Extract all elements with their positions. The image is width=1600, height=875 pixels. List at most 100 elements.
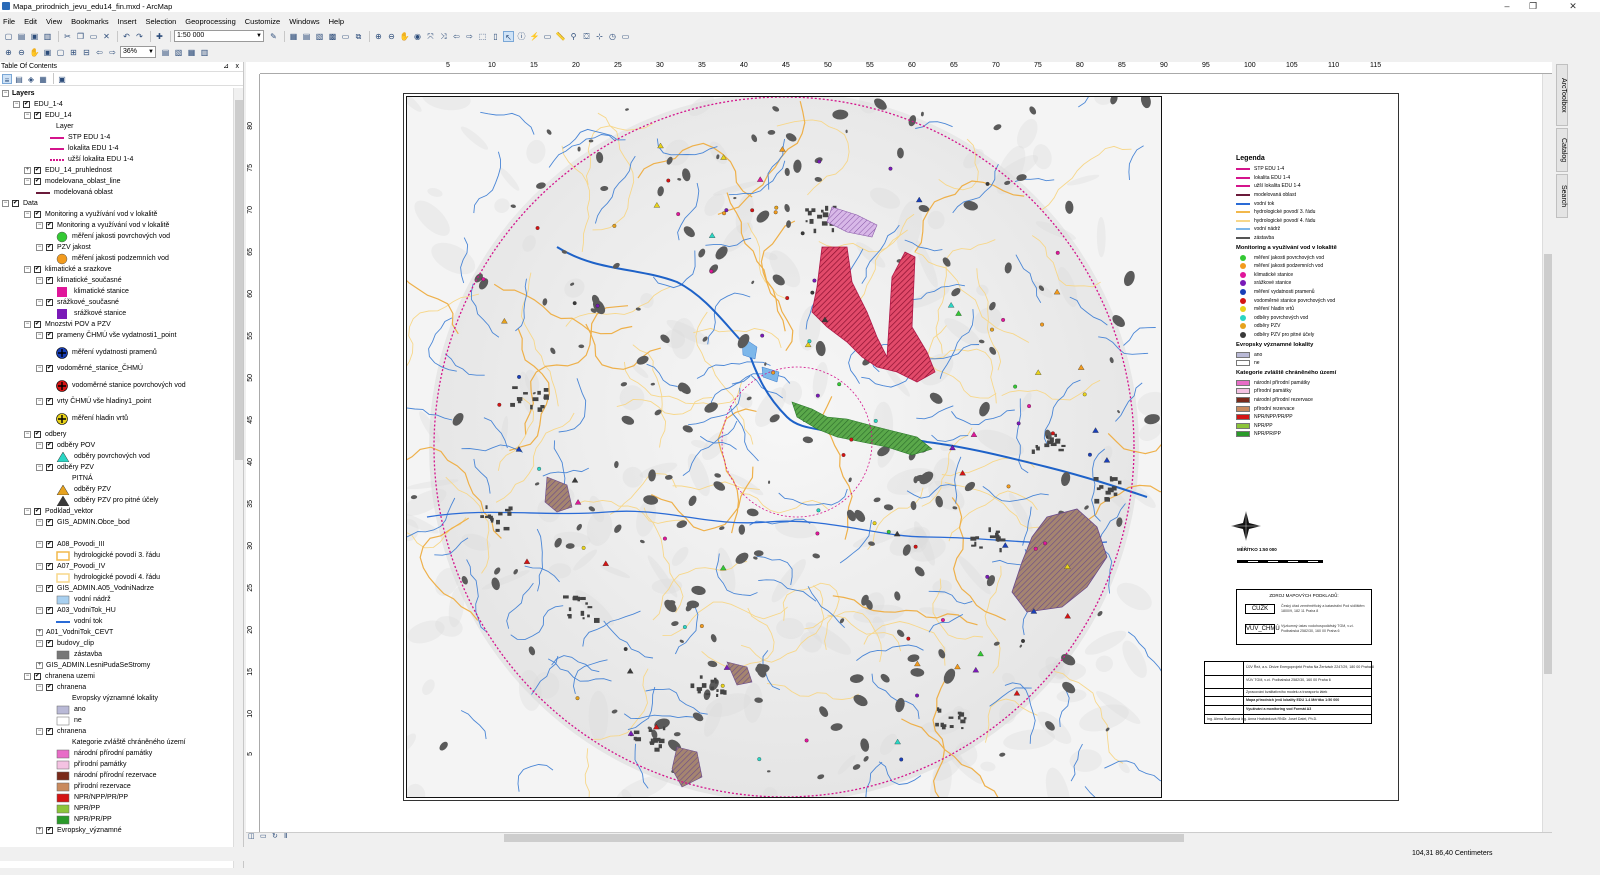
map-scale-combo[interactable]: 1:50 000 ▼ xyxy=(174,30,264,42)
title-block[interactable]: ÚJV Řež, a.s. Divize Energoprojekt Praha… xyxy=(1204,661,1374,724)
restore-button[interactable]: ❐ xyxy=(1520,0,1546,12)
toc-layer-row[interactable]: − ✔ srážkové_současné xyxy=(36,297,119,308)
toc-layer-row[interactable]: modelovaná oblast xyxy=(36,187,113,198)
layer-visibility-checkbox[interactable]: ✔ xyxy=(12,200,19,207)
toc-layer-row[interactable]: − ✔ odběry POV xyxy=(36,440,95,451)
toc-layer-row[interactable]: ano xyxy=(56,704,86,715)
layer-visibility-checkbox[interactable]: ✔ xyxy=(46,684,53,691)
layer-visibility-checkbox[interactable]: ✔ xyxy=(46,442,53,449)
open-icon[interactable]: ▤ xyxy=(16,31,27,42)
expand-icon[interactable]: + xyxy=(36,827,43,834)
collapse-icon[interactable]: − xyxy=(36,442,43,449)
layer-visibility-checkbox[interactable]: ✔ xyxy=(46,222,53,229)
layer-visibility-checkbox[interactable]: ✔ xyxy=(34,211,41,218)
time-slider-icon[interactable]: ◷ xyxy=(607,31,618,42)
toc-layer-row[interactable]: − ✔ chranena uzemi xyxy=(24,671,95,682)
menu-customize[interactable]: Customize xyxy=(245,17,280,26)
toggle-draft-icon[interactable]: ▤ xyxy=(160,47,171,58)
toc-layer-row[interactable]: zástavba xyxy=(56,649,102,660)
layer-visibility-checkbox[interactable]: ✔ xyxy=(46,365,53,372)
toc-layer-row[interactable]: přírodní rezervace xyxy=(56,781,131,792)
forward-extent-icon[interactable]: ⇨ xyxy=(464,31,475,42)
toc-layer-row[interactable]: odběry PZV xyxy=(56,484,111,495)
toc-layer-row[interactable]: NPR/PR/PP xyxy=(56,814,112,825)
collapse-icon[interactable]: − xyxy=(36,585,43,592)
toc-layer-row[interactable]: − ✔ klimatické a srazkove xyxy=(24,264,112,275)
toc-layer-row[interactable]: − ✔ modelovana_oblast_line xyxy=(24,176,121,187)
toc-layer-row[interactable]: STP EDU 1-4 xyxy=(50,132,110,143)
undo-icon[interactable]: ↶ xyxy=(121,31,132,42)
toc-layer-row[interactable]: + ✔ Evropsky_významné xyxy=(36,825,122,836)
map-legend[interactable]: Legenda STP EDU 1-4 lokalita EDU 1-4 užší … xyxy=(1236,155,1376,439)
paste-icon[interactable]: ▭ xyxy=(88,31,99,42)
layer-visibility-checkbox[interactable]: ✔ xyxy=(34,673,41,680)
data-view-icon[interactable]: ◫ xyxy=(248,832,257,841)
north-arrow-icon[interactable] xyxy=(1230,510,1262,542)
collapse-icon[interactable]: − xyxy=(36,277,43,284)
layer-visibility-checkbox[interactable]: ✔ xyxy=(34,112,41,119)
toc-layer-row[interactable]: národní přírodní památky xyxy=(56,748,152,759)
layer-visibility-checkbox[interactable]: ✔ xyxy=(46,464,53,471)
expand-icon[interactable]: + xyxy=(36,662,43,669)
fixed-zoom-out-icon[interactable]: ⤨ xyxy=(438,31,449,42)
layer-visibility-checkbox[interactable]: ✔ xyxy=(46,585,53,592)
toc-layer-row[interactable]: − ✔ odběry PZV xyxy=(36,462,94,473)
collapse-icon[interactable]: − xyxy=(24,178,31,185)
modelbuilder-icon[interactable]: ⧉ xyxy=(353,31,364,42)
html-popup-icon[interactable]: ▭ xyxy=(542,31,553,42)
back-layout-icon[interactable]: ⇦ xyxy=(94,47,105,58)
collapse-icon[interactable]: − xyxy=(24,673,31,680)
toc-layer-row[interactable]: srážkové stanice xyxy=(56,308,126,319)
layout-zoom-in-icon[interactable]: ⊕ xyxy=(3,47,14,58)
toc-options-icon[interactable]: ▣ xyxy=(57,74,67,84)
toc-layer-row[interactable]: odběry PZV pro pitné účely xyxy=(56,495,158,506)
select-features-icon[interactable]: ⬚ xyxy=(477,31,488,42)
collapse-icon[interactable]: − xyxy=(13,101,20,108)
python-icon[interactable]: ▭ xyxy=(340,31,351,42)
catalog-tab[interactable]: Catalog xyxy=(1556,128,1568,172)
toc-layer-row[interactable]: vodní tok xyxy=(56,616,102,627)
collapse-icon[interactable]: − xyxy=(36,464,43,471)
search-tab[interactable]: Search xyxy=(1556,174,1568,218)
toc-layer-row[interactable]: hydrologické povodí 4. řádu xyxy=(56,572,160,583)
layer-visibility-checkbox[interactable]: ✔ xyxy=(46,827,53,834)
collapse-icon[interactable]: − xyxy=(36,332,43,339)
toc-layer-row[interactable]: − ✔ A03_VodniTok_HU xyxy=(36,605,116,616)
layer-visibility-checkbox[interactable]: ✔ xyxy=(34,508,41,515)
fixed-zoom-in-layout-icon[interactable]: ⊞ xyxy=(68,47,79,58)
toc-layer-row[interactable]: − ✔ EDU_14 xyxy=(24,110,71,121)
toc-layer-row[interactable]: − ✔ A08_Povodi_III xyxy=(36,539,104,550)
change-layout-icon[interactable]: ▦ xyxy=(186,47,197,58)
delete-icon[interactable]: ✕ xyxy=(101,31,112,42)
toc-layer-row[interactable]: − ✔ Mnozstvi POV a PZV xyxy=(24,319,111,330)
toc-layer-row[interactable]: měření jakosti povrchových vod xyxy=(56,231,170,242)
toc-layer-row[interactable]: − ✔ Monitoring a využívání vod v lokalitě xyxy=(24,209,157,220)
search-window-icon[interactable]: ▧ xyxy=(314,31,325,42)
scale-text[interactable]: MĚŘÍTKO 1:50 000 xyxy=(1237,547,1277,552)
toc-layer-row[interactable]: − ✔ PZV jakost xyxy=(36,242,91,253)
editor-toolbar-icon[interactable]: ✎ xyxy=(268,31,279,42)
copy-icon[interactable]: ❐ xyxy=(75,31,86,42)
toc-layer-row[interactable]: odběry povrchových vod xyxy=(56,451,150,462)
list-by-source-icon[interactable]: ▤ xyxy=(14,74,24,84)
layer-visibility-checkbox[interactable]: ✔ xyxy=(34,178,41,185)
list-by-selection-icon[interactable]: ▦ xyxy=(38,74,48,84)
list-by-drawing-order-icon[interactable]: ≡ xyxy=(2,73,12,85)
toc-layer-row[interactable]: Layer xyxy=(56,121,74,132)
arctoolbox-tab[interactable]: ArcToolbox xyxy=(1556,64,1568,126)
collapse-icon[interactable]: − xyxy=(36,299,43,306)
create-viewer-icon[interactable]: ▭ xyxy=(620,31,631,42)
collapse-icon[interactable]: − xyxy=(24,266,31,273)
toc-layer-row[interactable]: ne xyxy=(56,715,82,726)
toc-layer-row[interactable]: přírodní památky xyxy=(56,759,127,770)
zoom-100-icon[interactable]: ▢ xyxy=(55,47,66,58)
menu-help[interactable]: Help xyxy=(329,17,344,26)
collapse-icon[interactable]: − xyxy=(24,112,31,119)
layer-visibility-checkbox[interactable]: ✔ xyxy=(46,244,53,251)
toc-layer-row[interactable]: − ✔ A07_Povodi_IV xyxy=(36,561,105,572)
collapse-icon[interactable]: − xyxy=(36,365,43,372)
collapse-icon[interactable]: − xyxy=(36,398,43,405)
toc-layer-row[interactable]: lokalita EDU 1-4 xyxy=(50,143,119,154)
toc-layer-row[interactable]: − ✔ GIS_ADMIN.Obce_bod xyxy=(36,517,130,528)
minimize-button[interactable]: – xyxy=(1494,0,1520,12)
